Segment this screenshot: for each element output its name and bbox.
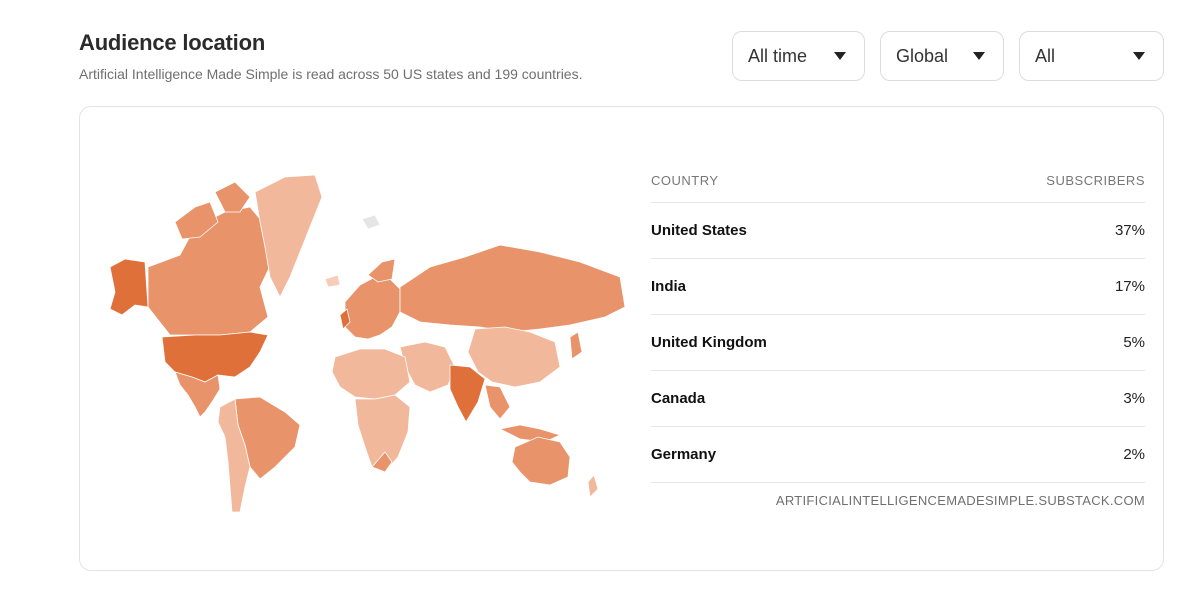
map-region-europe[interactable] bbox=[344, 276, 401, 340]
map-region-svalbard[interactable] bbox=[361, 214, 381, 230]
map-region-russia[interactable] bbox=[399, 244, 626, 333]
map-region-australia[interactable] bbox=[511, 436, 571, 486]
region-value: Global bbox=[896, 45, 949, 66]
time-range-value: All time bbox=[748, 45, 808, 66]
country-table: COUNTRY SUBSCRIBERS United States 37% In… bbox=[651, 159, 1145, 508]
map-region-middle-east[interactable] bbox=[399, 341, 456, 393]
subscriber-share: 17% bbox=[1114, 278, 1145, 295]
subscriber-share: 37% bbox=[1114, 222, 1145, 239]
caret-down-icon bbox=[973, 52, 985, 60]
table-row: Canada 3% bbox=[651, 371, 1145, 427]
map-region-japan[interactable] bbox=[569, 331, 583, 360]
map-region-iceland[interactable] bbox=[324, 274, 341, 288]
source-link[interactable]: ARTIFICIALINTELLIGENCEMADESIMPLE.SUBSTAC… bbox=[651, 493, 1145, 508]
table-header: COUNTRY SUBSCRIBERS bbox=[651, 159, 1145, 203]
column-header-country: COUNTRY bbox=[651, 173, 719, 188]
map-region-africa-north[interactable] bbox=[331, 348, 411, 400]
country-name: India bbox=[651, 278, 687, 295]
map-region-indonesia[interactable] bbox=[498, 424, 562, 443]
country-name: Canada bbox=[651, 390, 706, 407]
map-region-arctic-islands-east[interactable] bbox=[214, 181, 251, 213]
table-row: United States 37% bbox=[651, 203, 1145, 259]
world-choropleth-map bbox=[109, 174, 626, 513]
subscriber-share: 5% bbox=[1123, 334, 1145, 351]
country-name: United Kingdom bbox=[651, 334, 767, 351]
page-title: Audience location bbox=[79, 30, 266, 55]
country-name: Germany bbox=[651, 446, 717, 463]
audience-location-card: COUNTRY SUBSCRIBERS United States 37% In… bbox=[79, 106, 1164, 571]
country-name: United States bbox=[651, 222, 747, 239]
table-row: India 17% bbox=[651, 259, 1145, 315]
column-header-subscribers: SUBSCRIBERS bbox=[1046, 173, 1145, 188]
subscriber-share: 3% bbox=[1123, 390, 1145, 407]
segment-select[interactable]: All bbox=[1019, 31, 1164, 81]
map-region-greenland[interactable] bbox=[254, 174, 323, 298]
map-region-new-zealand[interactable] bbox=[587, 474, 599, 498]
table-row: United Kingdom 5% bbox=[651, 315, 1145, 371]
caret-down-icon bbox=[1133, 52, 1145, 60]
map-region-alaska[interactable] bbox=[109, 258, 149, 316]
table-row: Germany 2% bbox=[651, 427, 1145, 483]
page-subtitle: Artificial Intelligence Made Simple is r… bbox=[79, 66, 583, 82]
caret-down-icon bbox=[834, 52, 846, 60]
filters-bar: All time Global All bbox=[732, 31, 1164, 81]
subscriber-share: 2% bbox=[1123, 446, 1145, 463]
page-header: Audience location Artificial Intelligenc… bbox=[79, 30, 582, 82]
segment-value: All bbox=[1035, 45, 1056, 66]
time-range-select[interactable]: All time bbox=[732, 31, 865, 81]
map-region-mexico[interactable] bbox=[174, 371, 221, 418]
map-region-southeast-asia[interactable] bbox=[484, 384, 511, 420]
region-select[interactable]: Global bbox=[880, 31, 1004, 81]
